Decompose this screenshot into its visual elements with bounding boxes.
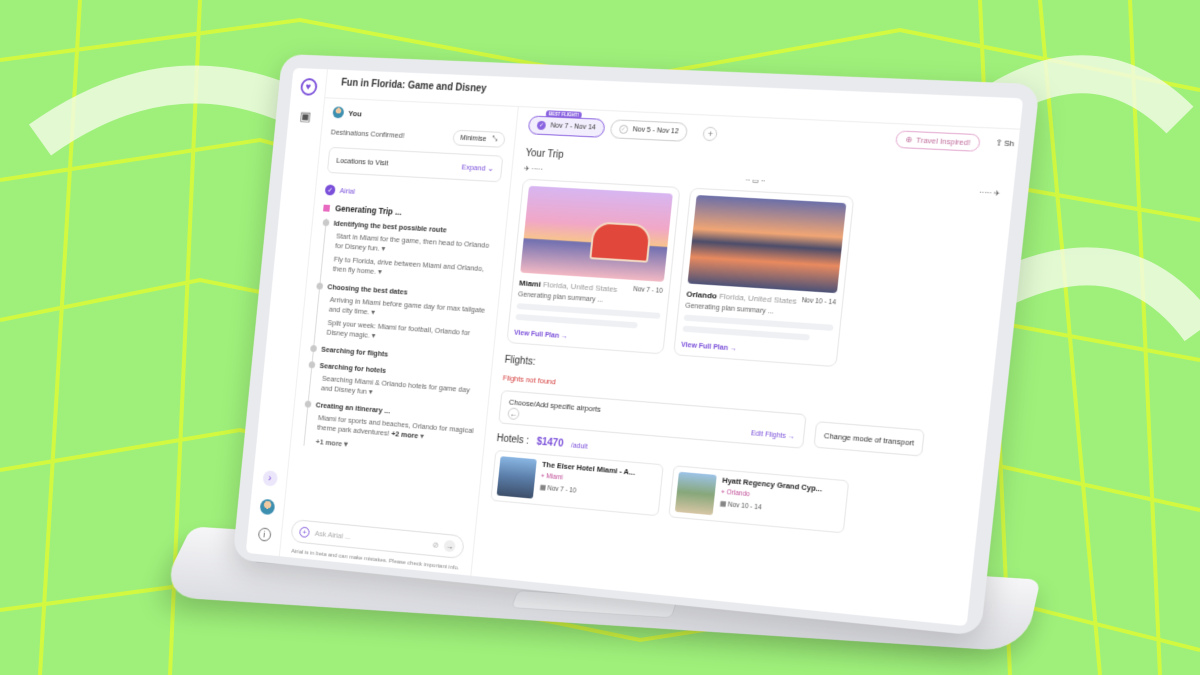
change-transport-button[interactable]: Change mode of transport	[813, 421, 926, 457]
check-icon: ✓	[618, 124, 629, 135]
user-message-header: You	[332, 106, 507, 126]
assistant-header: ✓ Airial	[324, 184, 500, 205]
progress-steps: Identifying the best possible route Star…	[303, 218, 496, 461]
assistant-logo-icon: ✓	[324, 184, 336, 196]
date-option-chip[interactable]: ✓ Nov 5 - Nov 12	[609, 119, 689, 142]
destination-dates: Nov 7 - 10	[632, 285, 664, 295]
user-name: You	[347, 108, 363, 118]
locations-panel[interactable]: Locations to Visit Expand ⌄	[326, 146, 504, 183]
hotels-unit: /adult	[570, 442, 588, 451]
view-full-plan-link[interactable]: View Full Plan →	[514, 330, 658, 347]
caret-down-icon: ▾	[368, 387, 373, 397]
expand-button[interactable]: Expand ⌄	[461, 162, 494, 173]
collapse-icon: ⤡	[491, 135, 498, 143]
hotel-card[interactable]: Hyatt Regency Grand Cyp... ⌖ Orlando ▦ N…	[668, 465, 850, 534]
date-option-chip[interactable]: BEST FLIGHT! ✓ Nov 7 - Nov 14	[527, 110, 606, 138]
plus-icon[interactable]: +	[299, 526, 311, 538]
back-arrow-icon[interactable]: ←	[507, 407, 520, 421]
share-label: Sh	[1003, 138, 1015, 149]
plane-icon: ✈ ·····	[523, 165, 543, 174]
step-hotels: Searching for hotels Searching Miami & O…	[317, 361, 481, 406]
minimise-button[interactable]: Minimise ⤡	[451, 129, 506, 148]
city-name: Miami	[518, 278, 542, 289]
chevron-right-icon[interactable]: ›	[261, 470, 278, 487]
plane-icon: ····· ✈	[978, 189, 1001, 198]
locations-label: Locations to Visit	[335, 155, 389, 168]
hotels-price: $1470	[536, 436, 564, 450]
step-dates: Choosing the best dates Arriving in Miam…	[322, 282, 489, 349]
minimise-label: Minimise	[459, 134, 487, 143]
laptop-lid: ♥ ▣ › i Fun in Florida: Game and Disney …	[232, 53, 1040, 637]
view-plan-label: View Full Plan	[513, 329, 560, 340]
link-icon[interactable]: ⊘	[432, 540, 439, 549]
city-name: Orlando	[685, 289, 718, 301]
miami-photo	[520, 185, 673, 282]
caret-down-icon: ▾	[381, 244, 386, 254]
more-label: +1 more	[315, 436, 343, 448]
pin-icon: ⌖	[540, 472, 545, 480]
airport-label: Choose/Add specific airports	[508, 397, 602, 414]
check-icon: ✓	[536, 120, 547, 131]
date-option-label: Nov 7 - Nov 14	[550, 122, 596, 132]
hotel-card[interactable]: The Elser Hotel Miami - A... ⌖ Miami ▦ N…	[490, 449, 664, 517]
plus-circle-icon: ⊕	[905, 134, 913, 145]
view-full-plan-link[interactable]: View Full Plan →	[681, 342, 831, 360]
send-button[interactable]: →	[443, 539, 456, 553]
caret-down-icon: ▾	[419, 431, 425, 441]
best-flight-badge: BEST FLIGHT!	[545, 110, 582, 119]
app-screen: ♥ ▣ › i Fun in Florida: Game and Disney …	[245, 67, 1024, 627]
confirmation-text: Destinations Confirmed!	[330, 127, 405, 140]
destination-card[interactable]: Orlando Florida, United States Nov 10 - …	[673, 187, 855, 368]
logo-icon[interactable]: ♥	[299, 77, 318, 96]
suitcase-icon[interactable]: ▣	[299, 109, 312, 125]
hotel-photo	[496, 456, 537, 499]
hotel-city: Orlando	[726, 489, 751, 499]
calendar-icon: ▦	[719, 500, 727, 509]
step-route: Identifying the best possible route Star…	[329, 219, 496, 285]
pin-icon: ⌖	[720, 488, 726, 496]
flag-icon	[323, 204, 331, 212]
hotel-date-text: Nov 10 - 14	[727, 501, 762, 512]
hotel-photo	[674, 471, 717, 516]
caret-down-icon: ▾	[377, 267, 382, 277]
date-option-label: Nov 5 - Nov 12	[632, 126, 680, 136]
share-button[interactable]: ⇪ Sh	[995, 138, 1015, 148]
info-icon[interactable]: i	[257, 527, 272, 542]
generating-label: Generating Trip ...	[334, 203, 403, 217]
edit-flights-button[interactable]: Edit Flights →	[750, 430, 795, 441]
destination-cards: Miami Florida, United States Nov 7 - 10 …	[506, 178, 999, 378]
expand-label: Expand	[461, 162, 486, 173]
share-icon: ⇪	[994, 138, 1003, 148]
avatar[interactable]	[259, 498, 275, 516]
destination-card[interactable]: Miami Florida, United States Nov 7 - 10 …	[506, 178, 681, 355]
user-avatar	[332, 106, 345, 119]
trip-panel: BEST FLIGHT! ✓ Nov 7 - Nov 14 ✓ Nov 5 - …	[471, 107, 1020, 626]
caret-down-icon: ▾	[370, 307, 376, 317]
edit-flights-label: Edit Flights	[750, 430, 787, 441]
region-name: Florida, United States	[542, 280, 618, 294]
hotel-date-text: Nov 7 - 10	[547, 485, 577, 495]
orlando-photo	[687, 195, 847, 294]
caret-down-icon: ▾	[371, 330, 376, 340]
calendar-icon: ▦	[539, 484, 546, 492]
step-itinerary: Creating an itinerary ... Miami for spor…	[312, 401, 478, 461]
hotel-city: Miami	[545, 473, 564, 482]
region-name: Florida, United States	[718, 291, 798, 306]
car-icon: ·· ▭ ··	[745, 177, 766, 186]
view-plan-label: View Full Plan	[680, 341, 729, 353]
ask-placeholder: Ask Airial ...	[314, 528, 352, 541]
hotels-label: Hotels :	[496, 433, 530, 447]
add-date-button[interactable]: +	[702, 126, 719, 141]
destination-dates: Nov 10 - 14	[801, 297, 837, 307]
assistant-name: Airial	[339, 186, 356, 196]
travel-inspired-label: Travel Inspired!	[915, 135, 971, 148]
more-inline-link[interactable]: +2 more	[391, 429, 419, 440]
